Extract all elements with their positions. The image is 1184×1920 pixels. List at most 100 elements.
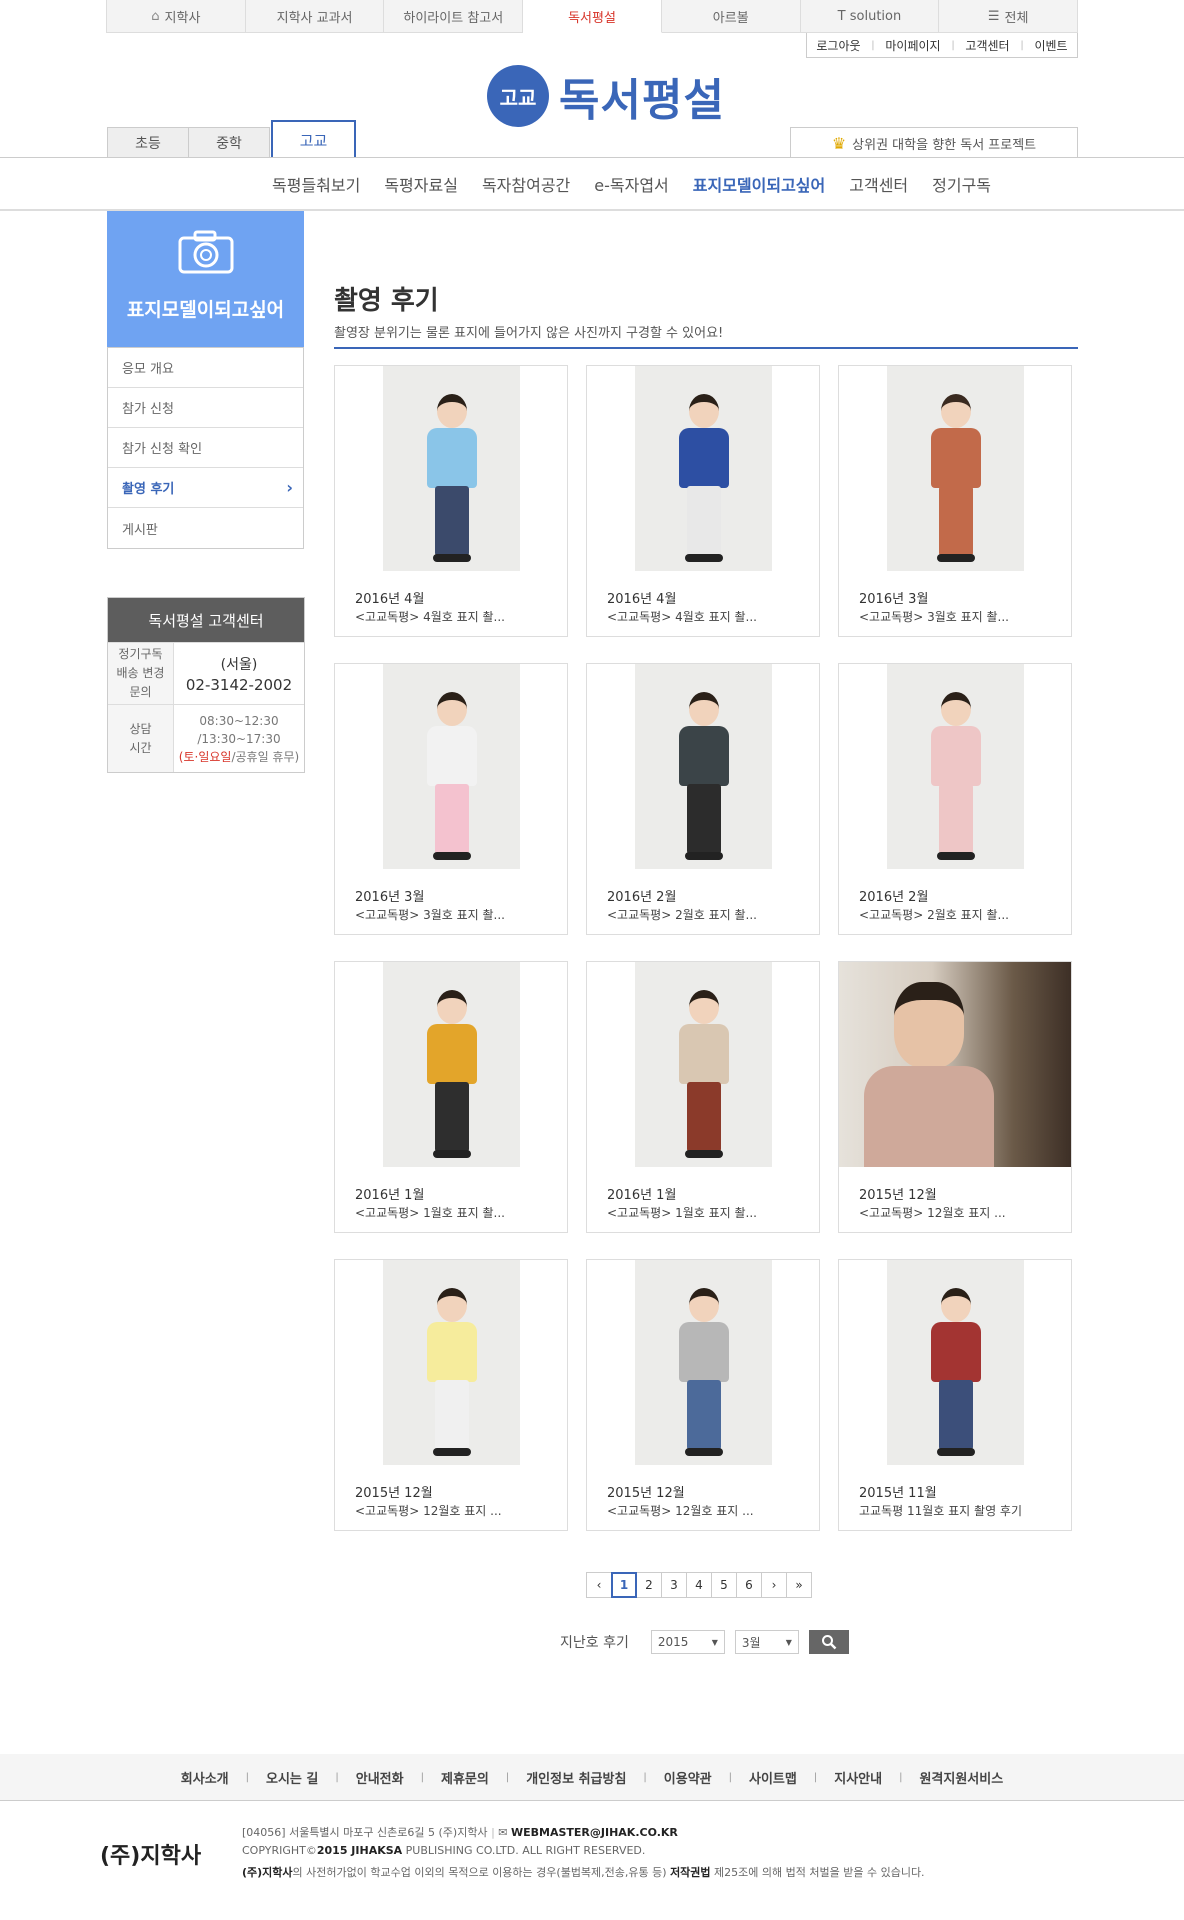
review-card[interactable]: 2016년 4월 <고교독평> 4월호 표지 촬...: [586, 365, 820, 637]
footer-email[interactable]: WEBMASTER@JIHAK.CO.KR: [511, 1826, 678, 1839]
logout-link[interactable]: 로그아웃: [816, 37, 860, 54]
tab-jihaksa[interactable]: ⌂ 지학사: [107, 0, 246, 33]
level-tab-middle[interactable]: 중학: [188, 127, 270, 158]
next-page-button[interactable]: ›: [761, 1572, 787, 1598]
person-legs: [686, 784, 721, 854]
person-head: [940, 692, 971, 726]
page-button[interactable]: 6: [736, 1572, 762, 1598]
nav-item[interactable]: 정기구독: [920, 172, 1003, 196]
sidebar-item-board[interactable]: 게시판: [108, 508, 303, 548]
footer-link[interactable]: 개인정보 취급방침: [509, 1768, 643, 1787]
footer-link[interactable]: 지사안내: [817, 1768, 899, 1787]
footer-link[interactable]: 제휴문의: [424, 1768, 506, 1787]
prev-page-button[interactable]: ‹: [586, 1572, 612, 1598]
tab-textbook[interactable]: 지학사 교과서: [245, 0, 385, 33]
nav-item[interactable]: 독평자료실: [372, 172, 470, 196]
search-button[interactable]: [808, 1630, 849, 1654]
cs-holiday: (토·일요일/공휴일 휴무): [178, 749, 300, 764]
person-torso: [930, 1322, 981, 1382]
review-card[interactable]: 2016년 4월 <고교독평> 4월호 표지 촬...: [334, 365, 568, 637]
person-shoes: [936, 554, 975, 562]
nav-item[interactable]: 독평들춰보기: [260, 172, 372, 196]
review-photo: [635, 366, 772, 571]
review-card[interactable]: 2016년 2월 <고교독평> 2월호 표지 촬...: [586, 663, 820, 935]
divider: |: [871, 39, 875, 51]
review-card[interactable]: 2015년 12월 <고교독평> 12월호 표지 ...: [838, 961, 1072, 1233]
review-card-title: 2016년 3월: [859, 592, 929, 607]
tab-highlight[interactable]: 하이라이트 참고서: [384, 0, 524, 33]
page-button[interactable]: 3: [661, 1572, 687, 1598]
review-card[interactable]: 2016년 2월 <고교독평> 2월호 표지 촬...: [838, 663, 1072, 935]
sidebar-menu: 응모 개요 참가 신청 참가 신청 확인 촬영 후기 › 게시판: [107, 347, 304, 549]
level-tab-elementary[interactable]: 초등: [107, 127, 189, 158]
cs-region: (서울): [220, 656, 258, 673]
sidebar-item-check[interactable]: 참가 신청 확인: [108, 428, 303, 468]
page-button[interactable]: 5: [711, 1572, 737, 1598]
person-shoes: [432, 1150, 471, 1158]
sidebar-item-review[interactable]: 촬영 후기 ›: [108, 468, 303, 508]
last-page-button[interactable]: »: [786, 1572, 812, 1598]
nav-item[interactable]: e-독자엽서: [582, 172, 681, 196]
review-card-desc: <고교독평> 4월호 표지 촬...: [607, 610, 757, 624]
past-issue-label: 지난호 후기: [560, 1635, 629, 1651]
person-head: [436, 394, 467, 428]
tab-all[interactable]: ☰ 전체: [939, 0, 1079, 33]
tab-arbol[interactable]: 아르볼: [661, 0, 801, 33]
person-head: [436, 692, 467, 726]
nav-item-active[interactable]: 표지모델이되고싶어: [681, 172, 837, 196]
sidebar-item-apply[interactable]: 참가 신청: [108, 388, 303, 428]
footer-logo: (주)지학사: [100, 1844, 202, 1869]
person-shoes: [684, 1150, 723, 1158]
person-legs: [434, 784, 469, 854]
review-card[interactable]: 2015년 12월 <고교독평> 12월호 표지 ...: [334, 1259, 568, 1531]
page-button-current[interactable]: 1: [611, 1572, 637, 1598]
person-head: [436, 990, 467, 1024]
year-select[interactable]: 2015 ▼: [650, 1630, 725, 1654]
divider: |: [951, 39, 955, 51]
footer-link[interactable]: 회사소개: [164, 1768, 246, 1787]
review-card-desc: <고교독평> 2월호 표지 촬...: [859, 908, 1009, 922]
project-banner[interactable]: ♛ 상위권 대학을 향한 독서 프로젝트: [790, 127, 1078, 158]
event-link[interactable]: 이벤트: [1034, 37, 1067, 54]
review-card[interactable]: 2015년 11월 고교독평 11월호 표지 촬영 후기: [838, 1259, 1072, 1531]
support-link[interactable]: 고객센터: [965, 37, 1009, 54]
footer-link[interactable]: 원격지원서비스: [902, 1768, 1020, 1787]
person-head: [940, 394, 971, 428]
review-card-title: 2016년 1월: [607, 1188, 677, 1203]
sidebar-item-overview[interactable]: 응모 개요: [108, 348, 303, 388]
footer-link[interactable]: 오시는 길: [249, 1768, 335, 1787]
site-logo[interactable]: 고교 독서평설: [487, 64, 725, 128]
cs-phone: 02-3142-2002: [185, 675, 293, 694]
person-head: [688, 692, 719, 726]
review-card-desc: <고교독평> 12월호 표지 ...: [355, 1504, 502, 1518]
person-torso: [930, 726, 981, 786]
nav-item[interactable]: 고객센터: [837, 172, 920, 196]
page-button[interactable]: 4: [686, 1572, 712, 1598]
level-tab-high[interactable]: 고교: [271, 120, 356, 158]
footer-link[interactable]: 사이트맵: [732, 1768, 814, 1787]
mypage-link[interactable]: 마이페이지: [885, 37, 940, 54]
tab-dokseo[interactable]: 독서평설: [523, 0, 662, 33]
review-card-title: 2016년 4월: [355, 592, 425, 607]
tab-tsolution[interactable]: T solution: [800, 0, 940, 33]
person-legs: [434, 1380, 469, 1450]
person-shoes: [684, 852, 723, 860]
dropdown-arrow-icon: ▼: [711, 1637, 718, 1647]
review-card-desc: <고교독평> 4월호 표지 촬...: [355, 610, 505, 624]
page-button[interactable]: 2: [636, 1572, 662, 1598]
review-card[interactable]: 2016년 1월 <고교독평> 1월호 표지 촬...: [334, 961, 568, 1233]
month-select[interactable]: 3월 ▼: [734, 1630, 799, 1654]
nav-item[interactable]: 독자참여공간: [470, 172, 582, 196]
review-card[interactable]: 2016년 3월 <고교독평> 3월호 표지 촬...: [838, 365, 1072, 637]
review-card[interactable]: 2016년 1월 <고교독평> 1월호 표지 촬...: [586, 961, 820, 1233]
customer-center-box: 독서평설 고객센터 정기구독 배송 변경 문의 (서울) 02-3142-200…: [107, 597, 305, 773]
person-head: [688, 990, 719, 1024]
review-photo: [887, 1260, 1024, 1465]
person-legs: [686, 486, 721, 556]
review-photo: [383, 366, 520, 571]
review-card[interactable]: 2015년 12월 <고교독평> 12월호 표지 ...: [586, 1259, 820, 1531]
divider: |: [1020, 39, 1024, 51]
footer-link[interactable]: 이용약관: [647, 1768, 729, 1787]
review-card[interactable]: 2016년 3월 <고교독평> 3월호 표지 촬...: [334, 663, 568, 935]
footer-link[interactable]: 안내전화: [339, 1768, 421, 1787]
